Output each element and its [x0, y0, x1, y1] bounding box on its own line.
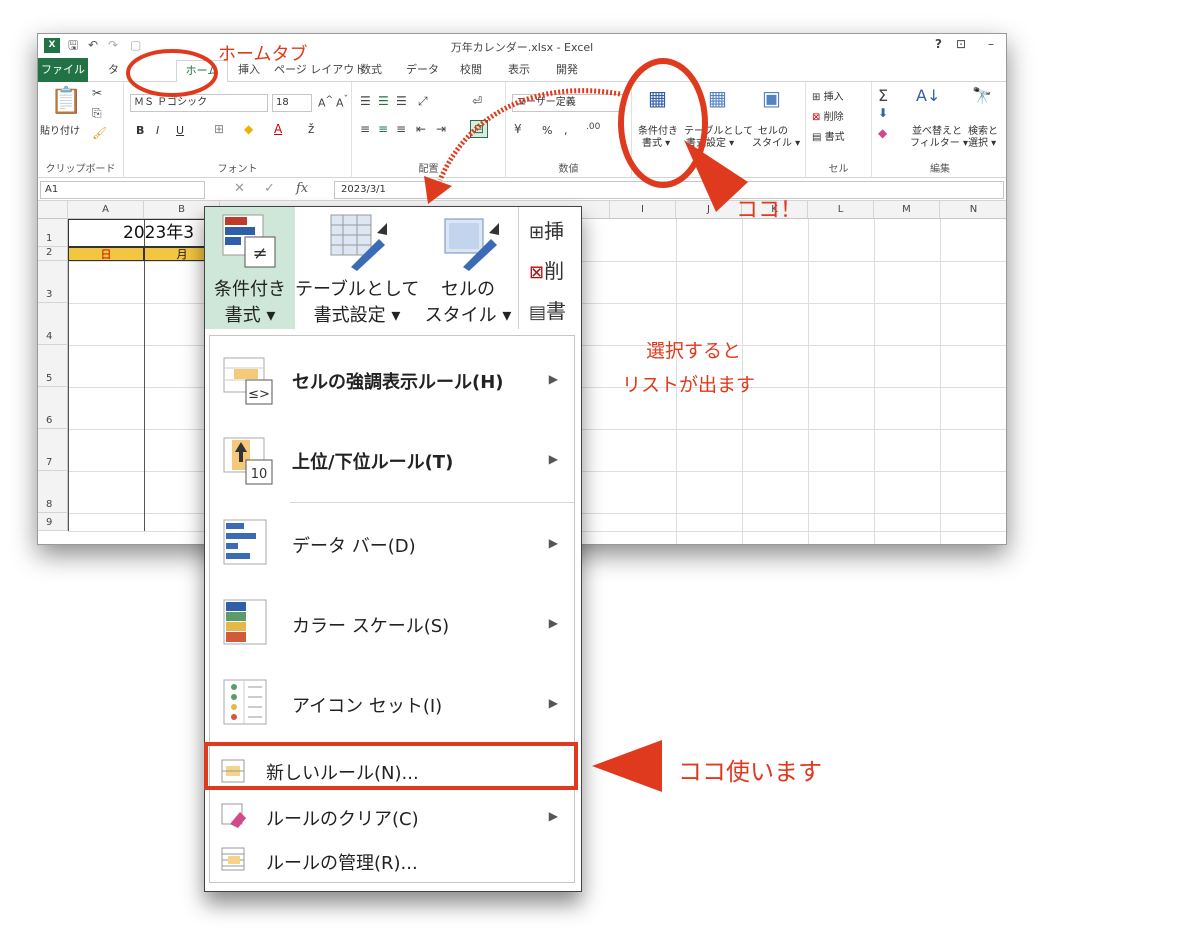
- conditional-format-highlight-circle: [618, 58, 708, 188]
- annotation-list-note-2: リストが出ます: [622, 374, 756, 396]
- annotation-list-note-1: 選択すると: [646, 340, 742, 362]
- use-here-pointer-icon: [592, 740, 662, 792]
- home-tab-highlight-circle: [126, 49, 218, 97]
- annotation-overlay: [126, 49, 748, 792]
- curved-arrow-line: [437, 88, 621, 181]
- annotation-use-here: ココ使います: [678, 758, 822, 786]
- annotation-home-tab: ホームタブ: [218, 44, 308, 65]
- annotation-here: ココ！: [736, 198, 803, 223]
- curved-arrow-head: [424, 176, 452, 204]
- new-rule-highlight-box: [204, 742, 578, 790]
